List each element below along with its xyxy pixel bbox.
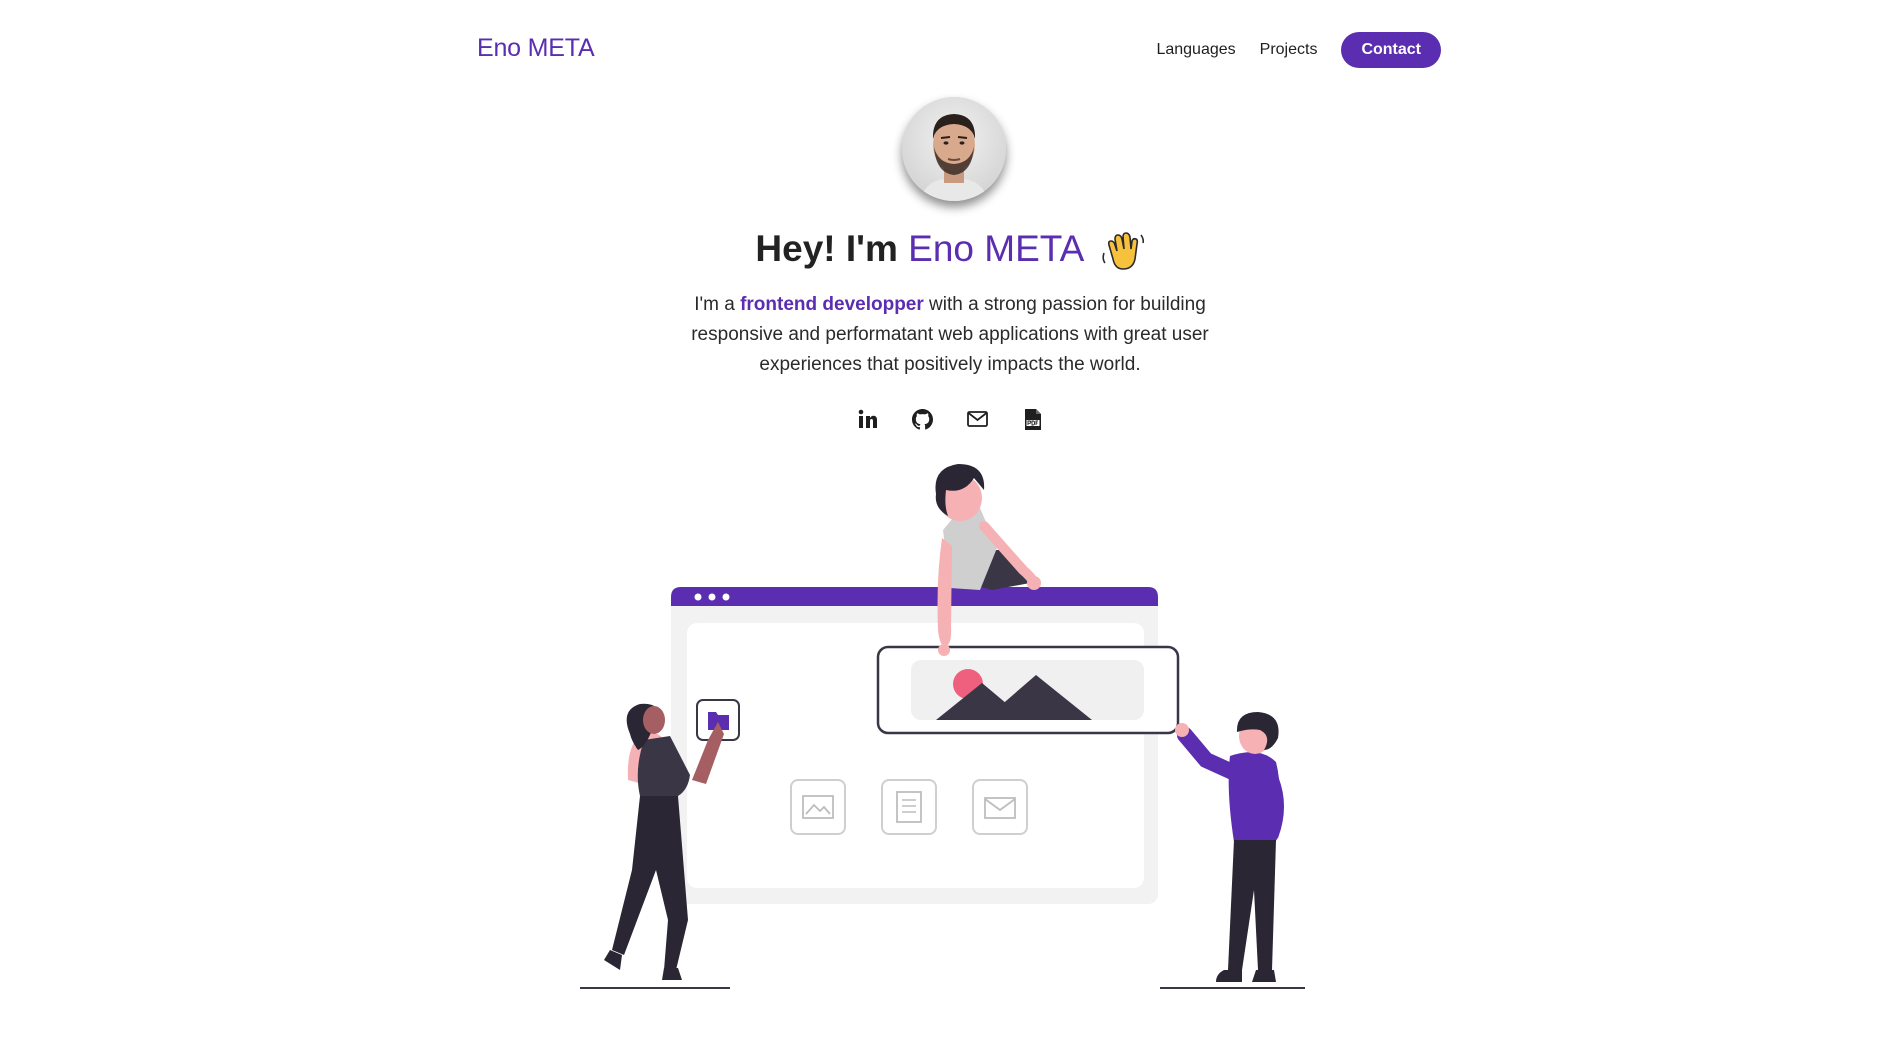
hero-title: Hey! I'm Eno META (0, 228, 1900, 273)
avatar-photo (902, 97, 1006, 201)
avatar (902, 97, 1006, 201)
github-icon[interactable] (912, 408, 934, 430)
nav-link-languages[interactable]: Languages (1156, 41, 1235, 59)
hero-intro: I'm a frontend developper with a strong … (675, 290, 1225, 380)
mail-icon[interactable] (967, 408, 989, 430)
linkedin-icon[interactable] (857, 408, 879, 430)
waving-hand-icon (1101, 232, 1144, 271)
pdf-icon[interactable] (1022, 408, 1044, 430)
contact-button[interactable]: Contact (1341, 32, 1441, 68)
logo[interactable]: Eno META (477, 34, 595, 63)
nav-link-projects[interactable]: Projects (1260, 41, 1318, 59)
hero-illustration (580, 464, 1305, 989)
image-card-graphic (876, 645, 1180, 735)
main-nav: Languages Projects Contact (1156, 32, 1441, 68)
browser-window-graphic (671, 587, 1158, 904)
social-links (0, 408, 1900, 430)
site-header: Eno META Languages Projects Contact (0, 0, 1900, 100)
hero-intro-highlight: frontend developper (740, 294, 924, 315)
hero-intro-prefix: I'm a (694, 294, 741, 315)
hero-title-prefix: Hey! I'm (755, 228, 909, 269)
person-right-graphic (1160, 712, 1305, 989)
hero-title-name: Eno META (908, 228, 1085, 269)
